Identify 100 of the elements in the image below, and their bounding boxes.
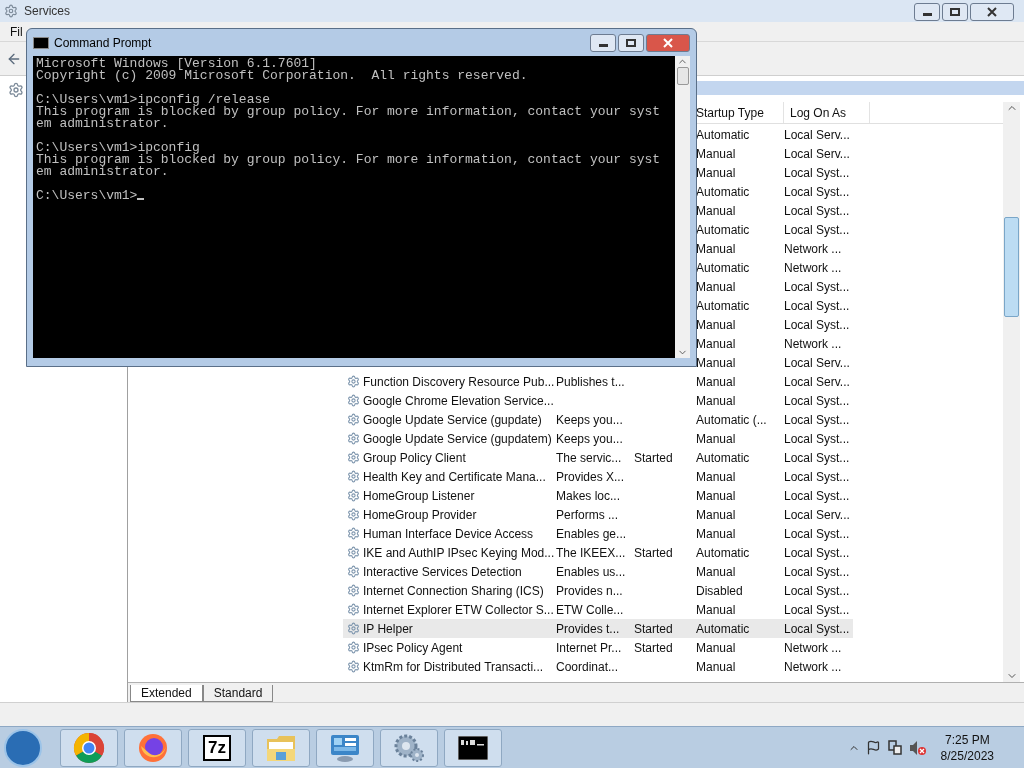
close-button[interactable] bbox=[646, 33, 690, 52]
service-row[interactable]: Automatic Local Syst... bbox=[696, 220, 853, 239]
scrollbar[interactable] bbox=[675, 56, 690, 358]
service-row[interactable]: Automatic Local Syst... bbox=[696, 296, 853, 315]
log-on-as: Local Syst... bbox=[784, 621, 850, 636]
service-row[interactable]: Google Chrome Elevation Service... Manual Local Syst... bbox=[343, 391, 853, 410]
service-description: Publishes t... bbox=[556, 374, 625, 389]
clock-date[interactable]: 8/25/2023 bbox=[940, 747, 994, 764]
startup-type: Manual bbox=[696, 279, 736, 294]
muted-speaker-icon[interactable] bbox=[908, 739, 927, 756]
service-description: ETW Colle... bbox=[556, 602, 624, 617]
log-on-as: Local Serv... bbox=[784, 355, 850, 370]
startup-type: Manual bbox=[696, 355, 736, 370]
startup-type: Manual bbox=[696, 640, 736, 655]
service-row[interactable]: Internet Connection Sharing (ICS) Provides n... Disabled Local Syst... bbox=[343, 581, 853, 600]
taskbar-button[interactable]: 7z bbox=[188, 728, 246, 767]
startup-type: Automatic bbox=[696, 450, 750, 465]
service-row[interactable]: Manual Local Syst... bbox=[696, 315, 853, 334]
service-row[interactable]: Manual Local Syst... bbox=[696, 163, 853, 182]
gear-icon bbox=[4, 4, 18, 18]
service-row[interactable]: Automatic Local Serv... bbox=[696, 125, 853, 144]
console-icon bbox=[458, 735, 488, 760]
scroll-thumb[interactable] bbox=[676, 67, 689, 85]
scrollbar[interactable] bbox=[1003, 102, 1020, 682]
service-description: Enables ge... bbox=[556, 526, 627, 541]
view-tab[interactable]: Standard bbox=[202, 685, 274, 702]
gear-icon bbox=[346, 565, 360, 578]
service-row[interactable]: Manual Local Serv... bbox=[696, 353, 853, 372]
service-row[interactable]: Manual Network ... bbox=[696, 239, 853, 258]
service-description: Provides X... bbox=[556, 469, 625, 484]
minimize-button[interactable] bbox=[590, 33, 616, 52]
service-name: Human Interface Device Access bbox=[363, 526, 534, 541]
service-row[interactable]: Health Key and Certificate Mana... Provides X... Manual Local Syst... bbox=[343, 467, 853, 486]
service-row[interactable]: Google Update Service (gupdate) Keeps you... Automatic (... Local Syst... bbox=[343, 410, 853, 429]
service-name: Google Update Service (gupdate) bbox=[363, 412, 542, 427]
log-on-as: Local Syst... bbox=[784, 165, 850, 180]
service-row[interactable]: IPsec Policy Agent Internet Pr... Started Manual Network ... bbox=[343, 638, 853, 657]
menu-item[interactable]: Fil bbox=[10, 22, 23, 41]
service-row[interactable]: Manual Network ... bbox=[696, 334, 853, 353]
service-row[interactable]: Google Update Service (gupdatem) Keeps you... Manual Local Syst... bbox=[343, 429, 853, 448]
start-button[interactable] bbox=[4, 728, 42, 767]
taskbar-button[interactable] bbox=[444, 728, 502, 767]
maximize-button[interactable] bbox=[942, 2, 968, 21]
gear-icon bbox=[346, 451, 360, 464]
column-header[interactable]: Log On As bbox=[784, 102, 870, 123]
log-on-as: Local Syst... bbox=[784, 469, 850, 484]
maximize-button[interactable] bbox=[618, 33, 644, 52]
service-status: Started bbox=[634, 545, 673, 560]
scroll-thumb[interactable] bbox=[1004, 217, 1019, 317]
minimize-button[interactable] bbox=[914, 2, 940, 21]
log-on-as: Local Serv... bbox=[784, 146, 850, 161]
startup-type: Manual bbox=[696, 374, 736, 389]
service-row[interactable]: Manual Local Syst... bbox=[696, 277, 853, 296]
service-row[interactable]: Human Interface Device Access Enables ge... Manual Local Syst... bbox=[343, 524, 853, 543]
flag-icon[interactable] bbox=[865, 740, 881, 755]
close-button[interactable] bbox=[970, 2, 1014, 21]
startup-type: Automatic (... bbox=[696, 412, 767, 427]
console-line: C:\Users\vm1>ipconfig /release bbox=[36, 94, 272, 106]
log-on-as: Local Syst... bbox=[784, 602, 850, 617]
service-row[interactable]: IKE and AuthIP IPsec Keying Mod...The IKEEX... Started Automatic Local Syst... bbox=[343, 543, 853, 562]
view-tab[interactable]: Extended bbox=[130, 685, 203, 702]
startup-type: Manual bbox=[696, 659, 736, 674]
service-row[interactable]: Function Discovery Resource Pub...Publishes t... Manual Local Serv... bbox=[343, 372, 853, 391]
service-status: Started bbox=[634, 621, 673, 636]
console-line: Microsoft Windows [Version 6.1.7601] bbox=[36, 58, 317, 70]
log-on-as: Local Syst... bbox=[784, 450, 850, 465]
service-row[interactable]: IP Helper Provides t... Started Automatic Local Syst... bbox=[343, 619, 853, 638]
service-row[interactable]: HomeGroup Provider Performs ... Manual Local Serv... bbox=[343, 505, 853, 524]
console-line: C:\Users\vm1> bbox=[36, 190, 138, 202]
service-row[interactable]: KtmRm for Distributed Transacti... Coordinat... Manual Network ... bbox=[343, 657, 853, 676]
service-row[interactable]: Manual Local Serv... bbox=[696, 144, 853, 163]
service-description: Enables us... bbox=[556, 564, 626, 579]
text-cursor bbox=[137, 198, 145, 200]
log-on-as: Local Syst... bbox=[784, 298, 850, 313]
console-line: Copyright (c) 2009 Microsoft Corporation. All rights reserved. bbox=[36, 70, 529, 82]
service-name: Internet Explorer ETW Collector S... bbox=[363, 602, 554, 617]
gear-icon bbox=[346, 432, 360, 445]
service-row[interactable]: Internet Explorer ETW Collector S... ETW Colle... Manual Local Syst... bbox=[343, 600, 853, 619]
startup-type: Manual bbox=[696, 488, 736, 503]
gear-icon bbox=[8, 82, 24, 98]
chrome-icon bbox=[73, 731, 105, 764]
network-icon[interactable] bbox=[886, 739, 903, 756]
service-row[interactable]: Group Policy Client The servic... Started Automatic Local Syst... bbox=[343, 448, 853, 467]
service-description: The servic... bbox=[556, 450, 622, 465]
log-on-as: Local Syst... bbox=[784, 279, 850, 294]
service-row[interactable]: Interactive Services Detection Enables us... Manual Local Syst... bbox=[343, 562, 853, 581]
service-name: IPsec Policy Agent bbox=[363, 640, 463, 655]
close-icon bbox=[987, 6, 997, 17]
service-name: Function Discovery Resource Pub... bbox=[363, 374, 555, 389]
clock-time[interactable]: 7:25 PM bbox=[944, 731, 990, 748]
seven-zip-logo: 7z bbox=[203, 734, 231, 761]
startup-type: Manual bbox=[696, 393, 736, 408]
startup-type: Disabled bbox=[696, 583, 743, 598]
console-line: em administrator. bbox=[36, 166, 170, 178]
service-row[interactable]: HomeGroup Listener Makes loc... Manual Local Syst... bbox=[343, 486, 853, 505]
log-on-as: Network ... bbox=[784, 260, 842, 275]
service-description: Provides n... bbox=[556, 583, 623, 598]
service-row[interactable]: Manual Local Syst... bbox=[696, 201, 853, 220]
service-row[interactable]: Automatic Local Syst... bbox=[696, 182, 853, 201]
service-row[interactable]: Automatic Network ... bbox=[696, 258, 853, 277]
